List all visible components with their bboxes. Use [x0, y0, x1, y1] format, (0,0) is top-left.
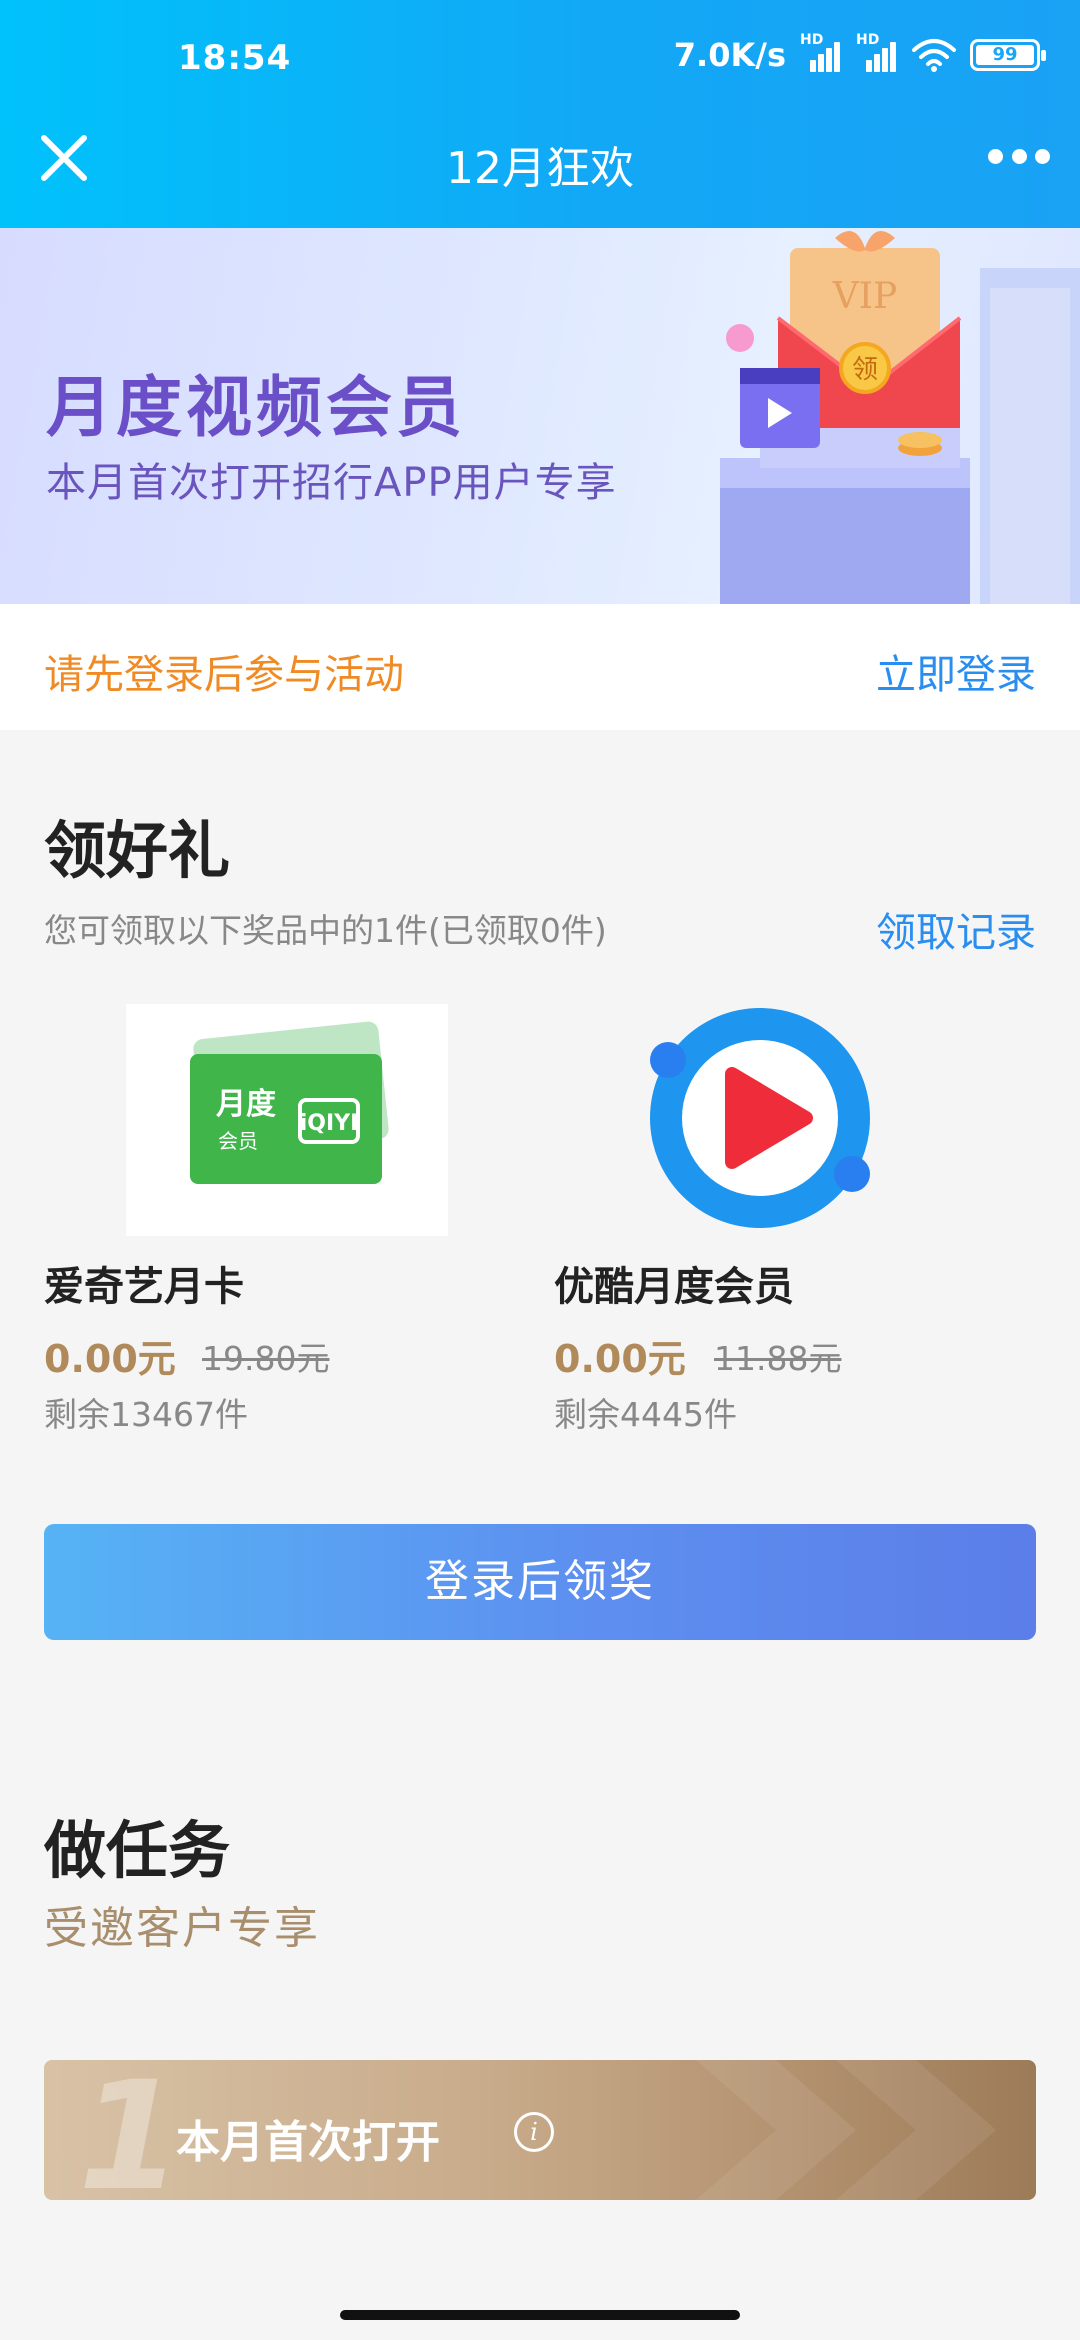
tasks-subtitle: 受邀客户专享: [44, 1903, 320, 1954]
youku-play-icon: [650, 1008, 870, 1228]
page-title: 12月狂欢: [446, 143, 634, 194]
login-row: 请先登录后参与活动 立即登录: [0, 604, 1080, 730]
gifts-title: 领好礼: [44, 814, 231, 887]
vip-text: VIP: [832, 276, 897, 317]
gifts-subtitle: 您可领取以下奖品中的1件(已领取0件): [44, 911, 607, 950]
card-brand: iQIYI: [300, 1111, 359, 1136]
card-line-2: 会员: [218, 1129, 258, 1153]
more-icon[interactable]: [988, 142, 1050, 170]
vip-gift-illustration: VIP 领: [720, 230, 1080, 604]
login-hint: 请先登录后参与活动: [44, 652, 404, 698]
chevron-decoration: [696, 2060, 996, 2200]
task-number: 1: [78, 2060, 183, 2200]
banner-title: 月度视频会员: [46, 369, 466, 446]
prize-price: 0.00元: [554, 1337, 686, 1381]
status-bar: 18:54 7.0K/s HD HD 99: [0, 0, 1080, 120]
iqiyi-card-image: 月度 会员 iQIYI: [126, 1004, 448, 1236]
task-item[interactable]: 1 本月首次打开 i: [44, 2060, 1036, 2200]
login-link[interactable]: 立即登录: [876, 642, 1036, 700]
signal-icon: HD: [800, 32, 842, 72]
task-label: 本月首次打开: [176, 2117, 440, 2168]
status-right: 7.0K/s HD HD 99: [673, 32, 1046, 74]
banner-subtitle: 本月首次打开招行APP用户专享: [46, 460, 617, 506]
network-speed: 7.0K/s: [673, 36, 786, 74]
app-header: 18:54 7.0K/s HD HD 99 12月狂欢: [0, 0, 1080, 228]
prize-name: 爱奇艺月卡: [44, 1264, 244, 1310]
prize-remaining: 剩余4445件: [554, 1395, 737, 1434]
prize-original-price: 11.88元: [714, 1339, 842, 1378]
prize-name: 优酷月度会员: [554, 1264, 794, 1310]
prize-price: 0.00元: [44, 1337, 176, 1381]
card-line-1: 月度: [216, 1087, 276, 1122]
prize-remaining: 剩余13467件: [44, 1395, 248, 1434]
seal-text: 领: [852, 355, 878, 385]
claim-record-link[interactable]: 领取记录: [876, 900, 1036, 958]
prize-original-price: 19.80元: [202, 1339, 330, 1378]
tasks-title: 做任务: [44, 1814, 231, 1887]
prize-item-iqiyi[interactable]: 月度 会员 iQIYI 爱奇艺月卡 0.00元 19.80元 剩余13467件: [44, 1004, 544, 1444]
nav-bar: 12月狂欢: [0, 120, 1080, 228]
promo-banner: 月度视频会员 本月首次打开招行APP用户专享 VIP 领: [0, 228, 1080, 604]
signal-icon-2: HD: [856, 32, 898, 72]
prize-item-youku[interactable]: 优酷月度会员 0.00元 11.88元 剩余4445件: [554, 1004, 1054, 1444]
battery-icon: 99: [970, 39, 1046, 71]
wifi-icon: [912, 39, 956, 72]
home-indicator[interactable]: [340, 2310, 740, 2320]
claim-after-login-button[interactable]: 登录后领奖: [44, 1524, 1036, 1640]
battery-level: 99: [976, 45, 1034, 65]
status-time: 18:54: [178, 38, 292, 78]
